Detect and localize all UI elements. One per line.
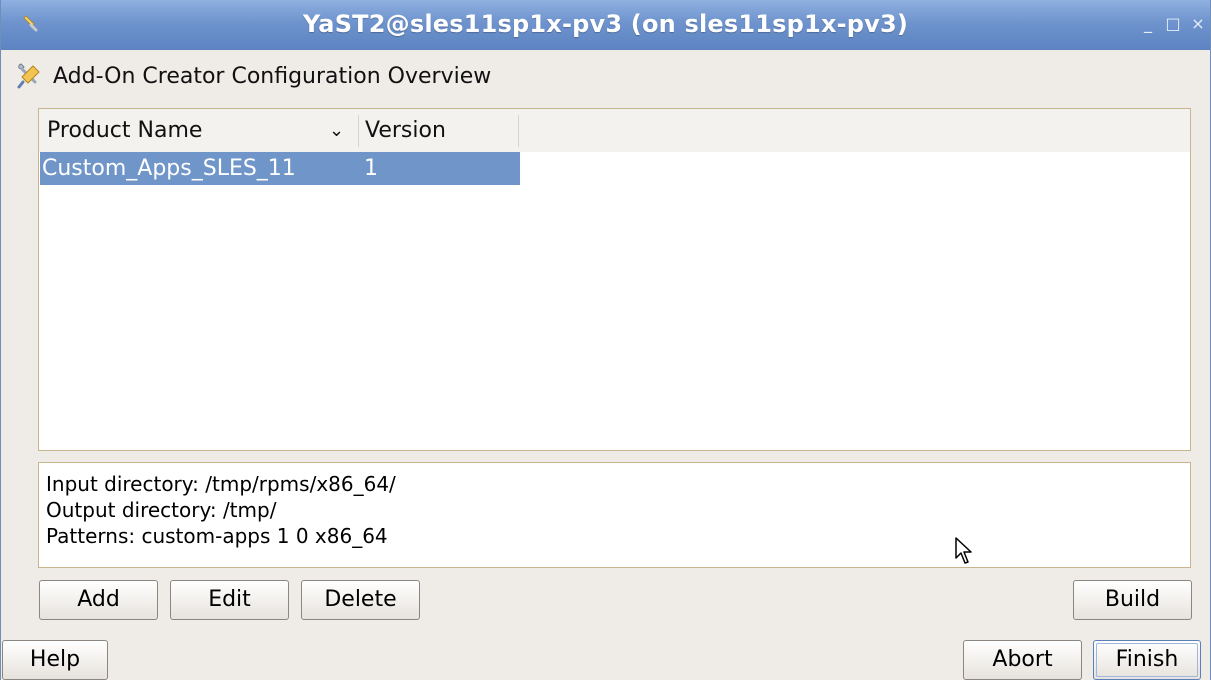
maximize-icon[interactable]: □	[1163, 14, 1183, 34]
column-divider[interactable]	[358, 115, 359, 147]
patterns-text: Patterns: custom-apps 1 0 x86_64	[46, 524, 388, 548]
table-row[interactable]: Custom_Apps_SLES_11 1	[40, 152, 520, 185]
cell-product-name: Custom_Apps_SLES_11	[42, 156, 296, 181]
table-header: Product Name ⌄ Version	[39, 109, 1190, 152]
column-header-version[interactable]: Version	[365, 109, 517, 152]
details-panel: Input directory: /tmp/rpms/x86_64/ Outpu…	[38, 462, 1191, 568]
add-button[interactable]: Add	[39, 580, 158, 620]
product-table[interactable]: Product Name ⌄ Version Custom_Apps_SLES_…	[38, 108, 1191, 451]
page-title: Add-On Creator Configuration Overview	[53, 63, 492, 89]
cell-version: 1	[364, 156, 378, 181]
chevron-down-icon: ⌄	[329, 120, 345, 141]
delete-button[interactable]: Delete	[301, 580, 420, 620]
mouse-pointer-icon	[955, 537, 972, 564]
window-title: YaST2@sles11sp1x-pv3 (on sles11sp1x-pv3)	[302, 10, 909, 38]
build-button[interactable]: Build	[1073, 580, 1192, 620]
yast-window: YaST2@sles11sp1x-pv3 (on sles11sp1x-pv3)…	[0, 0, 1211, 680]
output-directory-text: Output directory: /tmp/	[46, 498, 277, 522]
finish-button[interactable]: Finish	[1093, 640, 1201, 680]
title-bar[interactable]: YaST2@sles11sp1x-pv3 (on sles11sp1x-pv3)…	[1, 0, 1210, 50]
page-header: Add-On Creator Configuration Overview	[15, 60, 491, 92]
abort-button[interactable]: Abort	[963, 640, 1082, 680]
wrench-screwdriver-icon	[17, 63, 40, 89]
column-label-product-name: Product Name	[47, 118, 203, 143]
help-button[interactable]: Help	[2, 640, 108, 680]
minimize-icon[interactable]: _	[1138, 14, 1158, 34]
input-directory-text: Input directory: /tmp/rpms/x86_64/	[46, 472, 396, 496]
column-header-product-name[interactable]: Product Name ⌄	[47, 109, 359, 152]
close-icon[interactable]: ×	[1188, 14, 1208, 34]
column-divider[interactable]	[518, 115, 519, 147]
edit-button[interactable]: Edit	[170, 580, 289, 620]
column-label-version: Version	[365, 118, 446, 143]
